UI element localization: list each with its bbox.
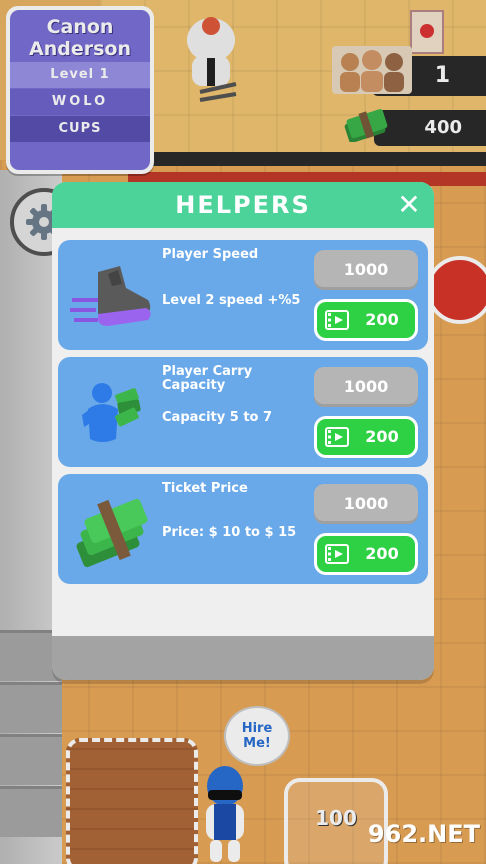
audience-counter: 1 xyxy=(332,46,486,98)
league-label: WOLO xyxy=(10,89,150,115)
helpers-modal: HELPERS ✕ Player Speed Level 2 speed +%5… xyxy=(52,182,434,680)
carry-person-icon xyxy=(82,383,141,442)
modal-title: HELPERS xyxy=(175,191,311,219)
helper-description: Capacity 5 to 7 xyxy=(162,410,273,425)
player-level: Level 1 xyxy=(10,62,150,88)
video-ad-icon xyxy=(325,310,349,330)
helper-card-player-speed: Player Speed Level 2 speed +%5 1000 200 xyxy=(58,240,428,350)
cups-label: CUPS xyxy=(10,116,150,142)
audience-count: 1 xyxy=(434,63,450,88)
helper-title: Ticket Price xyxy=(162,481,248,496)
buy-with-cash-button[interactable]: 1000 xyxy=(314,367,418,407)
buy-with-ad-button[interactable]: 200 xyxy=(314,416,418,458)
player-name: Canon Anderson xyxy=(29,16,131,60)
ad-button-fill: 200 xyxy=(317,419,415,455)
watermark-text: 962.NET xyxy=(367,820,480,848)
helper-spawn-mat xyxy=(66,738,198,864)
hire-me-speech-bubble: Hire Me! xyxy=(224,706,290,766)
helper-card-carry-capacity: Player Carry Capacity Capacity 5 to 7 10… xyxy=(58,357,428,467)
ad-button-fill: 200 xyxy=(317,302,415,338)
ad-price: 200 xyxy=(365,427,399,446)
wall-block xyxy=(0,786,62,837)
cash-icon xyxy=(344,109,388,142)
helper-description: Price: $ 10 to $ 15 xyxy=(162,525,297,540)
modal-header: HELPERS ✕ xyxy=(52,182,434,228)
game-screen: 100 Hire Me! Canon Anderson Level 1 WOLO… xyxy=(0,0,486,864)
player-profile-card[interactable]: Canon Anderson Level 1 WOLO CUPS xyxy=(6,6,154,174)
profile-panel: Canon Anderson Level 1 WOLO CUPS xyxy=(10,10,150,170)
helper-title: Player Speed xyxy=(162,247,259,262)
mascot-figure xyxy=(187,17,237,102)
helper-title: Player Carry Capacity xyxy=(162,364,253,393)
ad-button-fill: 200 xyxy=(317,536,415,572)
buy-with-cash-button[interactable]: 1000 xyxy=(314,250,418,290)
sneaker-icon xyxy=(70,266,151,326)
money-counter: 400 xyxy=(344,108,486,148)
ring-badge xyxy=(426,256,486,324)
video-ad-icon xyxy=(325,427,349,447)
money-count: 400 xyxy=(424,117,462,138)
helper-character[interactable] xyxy=(196,760,254,864)
buy-with-ad-button[interactable]: 200 xyxy=(314,533,418,575)
ad-price: 200 xyxy=(365,310,399,329)
helper-description: Level 2 speed +%5 xyxy=(162,293,301,308)
modal-footer xyxy=(52,636,434,680)
audience-icon xyxy=(332,46,412,94)
site-watermark: 962.NET xyxy=(340,812,480,856)
video-ad-icon xyxy=(325,544,349,564)
wall-block xyxy=(0,734,62,785)
buy-with-cash-button[interactable]: 1000 xyxy=(314,484,418,524)
ring-rail xyxy=(110,152,486,166)
ad-price: 200 xyxy=(365,544,399,563)
buy-with-ad-button[interactable]: 200 xyxy=(314,299,418,341)
wall-block xyxy=(0,682,62,733)
helper-card-ticket-price: Ticket Price Price: $ 10 to $ 15 1000 20… xyxy=(58,474,428,584)
cash-stack-icon xyxy=(76,498,148,568)
close-button[interactable]: ✕ xyxy=(394,190,424,220)
